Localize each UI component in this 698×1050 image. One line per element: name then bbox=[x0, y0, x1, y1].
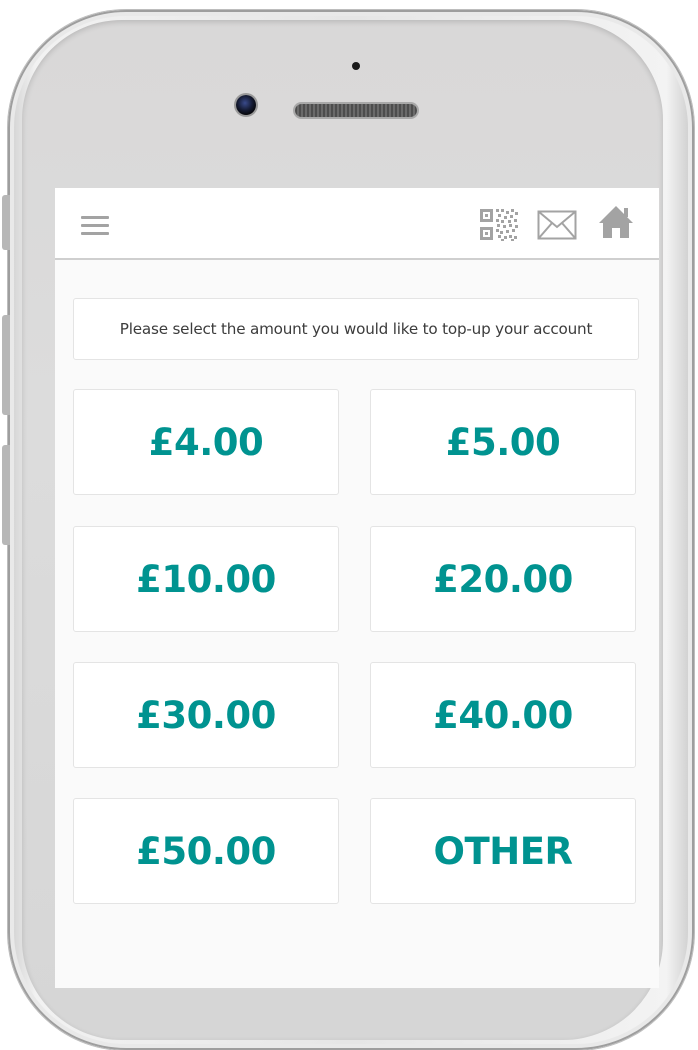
earpiece-speaker bbox=[295, 104, 417, 117]
proximity-sensor bbox=[352, 62, 360, 70]
amount-button-5[interactable]: £5.00 bbox=[370, 389, 636, 495]
mail-icon[interactable] bbox=[537, 210, 577, 240]
front-camera bbox=[236, 95, 256, 115]
phone-volume-down-button bbox=[2, 445, 10, 545]
app-screen: Please select the amount you would like … bbox=[55, 188, 659, 988]
app-header bbox=[55, 188, 659, 260]
amount-button-30[interactable]: £30.00 bbox=[73, 662, 339, 768]
amount-button-4[interactable]: £4.00 bbox=[73, 389, 339, 495]
amount-button-other[interactable]: OTHER bbox=[370, 798, 636, 904]
hamburger-menu-icon[interactable] bbox=[81, 216, 109, 238]
amount-button-40[interactable]: £40.00 bbox=[370, 662, 636, 768]
amount-button-20[interactable]: £20.00 bbox=[370, 526, 636, 632]
amount-button-10[interactable]: £10.00 bbox=[73, 526, 339, 632]
phone-mute-switch bbox=[2, 195, 10, 250]
amount-button-50[interactable]: £50.00 bbox=[73, 798, 339, 904]
qr-code-icon[interactable] bbox=[479, 208, 519, 242]
topup-prompt: Please select the amount you would like … bbox=[73, 298, 639, 360]
home-icon[interactable] bbox=[597, 204, 635, 240]
phone-volume-up-button bbox=[2, 315, 10, 415]
